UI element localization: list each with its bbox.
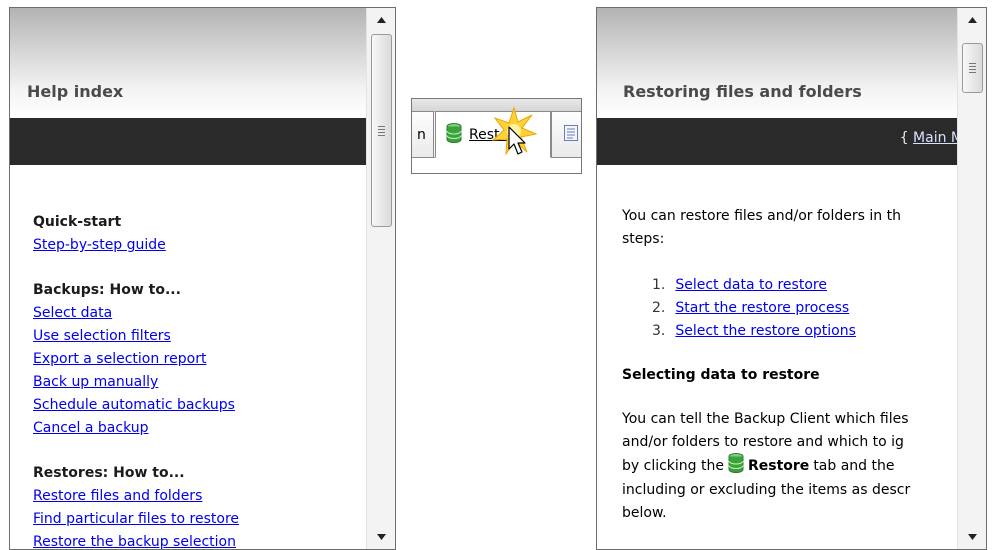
header-gradient: Help index <box>10 8 368 118</box>
link-back-up-manually[interactable]: Back up manually <box>33 371 158 394</box>
link-cancel-backup[interactable]: Cancel a backup <box>33 417 149 440</box>
main-menu-link[interactable]: { Main M <box>900 130 959 146</box>
grip-icon <box>969 63 976 73</box>
page-title: Restoring files and folders <box>623 82 862 101</box>
link-select-data[interactable]: Select data <box>33 302 112 325</box>
link-select-data-to-restore[interactable]: Select data to restore <box>675 274 827 297</box>
step-number: 2. <box>652 300 666 316</box>
grip-icon <box>378 125 385 136</box>
scroll-thumb[interactable] <box>371 34 392 227</box>
help-index-content: Help index Quick-start Step-by-step guid… <box>10 8 368 549</box>
database-icon <box>728 452 744 481</box>
restore-help-content: Restoring files and folders { Main M You… <box>597 8 959 549</box>
page-title: Help index <box>27 82 124 101</box>
step-number: 1. <box>652 277 666 293</box>
link-find-files-to-restore[interactable]: Find particular files to restore <box>33 508 239 531</box>
section-heading-quick-start: Quick-start <box>33 214 122 230</box>
scroll-down-arrow-icon[interactable] <box>367 525 395 549</box>
link-use-selection-filters[interactable]: Use selection filters <box>33 325 171 348</box>
section-heading-backups: Backups: How to... <box>33 282 181 298</box>
para-line-1: You can tell the Backup Client which fil… <box>622 411 909 427</box>
scroll-up-arrow-icon[interactable] <box>958 8 986 32</box>
document-icon <box>564 124 578 145</box>
scroll-down-arrow-icon[interactable] <box>958 525 986 549</box>
tab-previous[interactable]: n <box>412 111 434 158</box>
section-heading-restores: Restores: How to... <box>33 465 185 481</box>
link-select-restore-options[interactable]: Select the restore options <box>675 320 856 343</box>
restore-help-panel: Restoring files and folders { Main M You… <box>596 7 987 550</box>
steps-list: 1. Select data to restore 2. Start the res… <box>652 274 959 343</box>
tab-previous-label: n <box>417 126 426 143</box>
brace-text: { <box>899 130 914 146</box>
scroll-thumb[interactable] <box>962 43 983 93</box>
para-line-5: below. <box>622 505 667 521</box>
scroll-up-arrow-icon[interactable] <box>367 8 395 32</box>
header-band <box>10 118 368 165</box>
help-index-panel: Help index Quick-start Step-by-step guid… <box>9 7 396 550</box>
link-step-by-step-guide[interactable]: Step-by-step guide <box>33 234 166 257</box>
subheading: Selecting data to restore <box>622 367 820 383</box>
tab-next[interactable] <box>551 111 581 158</box>
intro-line-1: You can restore files and/or folders in … <box>622 208 901 224</box>
link-export-selection-report[interactable]: Export a selection report <box>33 348 206 371</box>
arrow-cursor-click-icon <box>491 106 538 166</box>
vertical-scrollbar[interactable] <box>957 8 986 549</box>
help-index-body: Quick-start Step-by-step guide Backups: … <box>10 165 368 549</box>
link-restore-files-folders[interactable]: Restore files and folders <box>33 485 202 508</box>
list-item: 3. Select the restore options <box>652 320 959 343</box>
restore-paragraph: You can tell the Backup Client which fil… <box>622 408 959 525</box>
list-item: 2. Start the restore process <box>652 297 959 320</box>
para-line-2: and/or folders to restore and which to i… <box>622 434 904 450</box>
list-item: 1. Select data to restore <box>652 274 959 297</box>
header-band: { Main M <box>597 118 959 165</box>
header-gradient: Restoring files and folders <box>597 8 959 118</box>
database-icon <box>446 122 462 147</box>
intro-line-2: steps: <box>622 231 665 247</box>
restore-bold-label: Restore <box>747 458 810 474</box>
link-start-restore-process[interactable]: Start the restore process <box>675 297 849 320</box>
restore-help-body: You can restore files and/or folders in … <box>597 165 959 525</box>
para-line-3: by clicking the Restore tab and the <box>622 452 959 481</box>
link-restore-backup-selection[interactable]: Restore the backup selection <box>33 531 236 549</box>
step-number: 3. <box>652 323 666 339</box>
main-menu-link-label: Main M <box>913 130 959 146</box>
link-schedule-automatic-backups[interactable]: Schedule automatic backups <box>33 394 235 417</box>
para-line-3-start: by clicking the <box>622 458 724 474</box>
tab-strip-zoom: n Restore <box>411 98 582 174</box>
vertical-scrollbar[interactable] <box>366 8 395 549</box>
para-line-4: including or excluding the items as desc… <box>622 482 911 498</box>
para-line-3-end: tab and the <box>813 458 895 474</box>
